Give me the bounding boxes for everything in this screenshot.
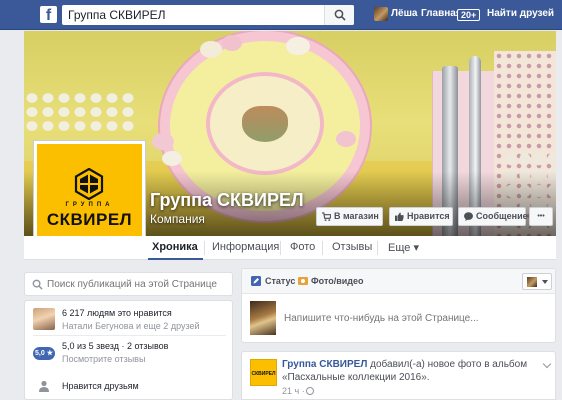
post-action-text: добавил(-а) новое фото в альбом: [367, 359, 528, 370]
globe-icon: [306, 387, 314, 395]
pencil-icon: [251, 276, 261, 286]
post-timestamp[interactable]: 21 ч ·: [282, 386, 305, 396]
tab-photos[interactable]: Фото: [290, 241, 315, 253]
shop-button-label: В магазин: [334, 211, 379, 221]
egg: [286, 37, 310, 55]
logo-small-text: ГРУППА: [65, 202, 114, 208]
logo-big-text: СКВИРЕЛ: [46, 210, 133, 229]
about-card: 6 217 людям это нравится Натали Бегунова…: [24, 300, 233, 400]
search-input[interactable]: [62, 5, 324, 25]
tab-divider: [377, 241, 378, 255]
message-button[interactable]: Сообщение: [458, 207, 528, 226]
page-posts-search[interactable]: [24, 272, 233, 296]
tab-more[interactable]: Еще ▾: [388, 241, 419, 254]
person-icon: [39, 380, 49, 392]
egg: [336, 131, 356, 147]
status-tab[interactable]: Статус: [265, 276, 295, 286]
thumbs-up-icon: [395, 212, 404, 221]
home-notification-badge: 20+: [457, 9, 481, 21]
page-tabs: Хроника Информация Фото Отзывы Еще ▾: [24, 236, 556, 260]
tab-divider: [322, 241, 323, 255]
tab-reviews[interactable]: Отзывы: [332, 241, 372, 253]
post-as-selector[interactable]: [522, 273, 552, 290]
user-avatar[interactable]: [374, 7, 388, 21]
search-icon: [32, 279, 43, 290]
post-composer: Статус Фото/видео: [241, 268, 556, 343]
egg: [152, 133, 174, 150]
feed-post: СКВИРЕЛ Группа СКВИРЕЛ добавил(-а) новое…: [241, 351, 556, 400]
hexagon-logo-icon: [74, 168, 104, 200]
chat-bubble-icon: [464, 212, 473, 221]
brand-logo: ГРУППА СКВИРЕЛ: [37, 144, 142, 247]
search-button[interactable]: [324, 5, 354, 25]
chevron-down-icon: [542, 280, 548, 284]
page-posts-search-input[interactable]: [47, 277, 227, 292]
friend-avatar[interactable]: [33, 308, 55, 330]
find-friends-link[interactable]: Найти друзей: [487, 8, 554, 19]
facebook-logo[interactable]: f: [40, 6, 57, 23]
user-name-link[interactable]: Лёша: [391, 8, 417, 19]
tab-info[interactable]: Информация: [212, 241, 279, 253]
post-header: Группа СКВИРЕЛ добавил(-а) новое фото в …: [282, 359, 527, 370]
egg: [162, 151, 182, 166]
post-options-chevron-icon[interactable]: [542, 359, 552, 369]
tab-divider: [280, 241, 281, 255]
like-button-label: Нравится: [407, 211, 450, 221]
post-album-link[interactable]: «Пасхальные коллекции 2016».: [282, 372, 430, 383]
composer-tabs: Статус Фото/видео: [242, 269, 555, 294]
rating-summary: 5,0 из 5 звезд · 2 отзывов: [62, 341, 169, 351]
friends-who-like[interactable]: Натали Бегунова и еще 2 друзей: [62, 321, 200, 331]
friends-like-section[interactable]: Нравится друзьям: [62, 381, 139, 391]
post-author-link[interactable]: Группа СКВИРЕЛ: [282, 359, 367, 370]
willow-branch: [24, 91, 134, 131]
see-reviews-link[interactable]: Посмотрите отзывы: [62, 354, 145, 364]
search-icon: [334, 9, 346, 21]
top-bar: f Лёша Главная 20+ Найти друзей: [0, 0, 562, 30]
message-button-label: Сообщение: [476, 211, 528, 221]
tab-timeline[interactable]: Хроника: [152, 241, 198, 253]
plate-motif: [242, 106, 288, 142]
photo-video-tab[interactable]: Фото/видео: [311, 276, 364, 286]
egg: [200, 41, 222, 58]
tab-divider: [204, 241, 205, 255]
divider: [33, 335, 226, 336]
post-author-avatar[interactable]: СКВИРЕЛ: [250, 359, 277, 386]
post-logo-text: СКВИРЕЛ: [251, 371, 276, 377]
composer-input[interactable]: [284, 311, 546, 326]
profile-picture[interactable]: ГРУППА СКВИРЕЛ: [33, 140, 146, 251]
photo-icon: [298, 277, 308, 285]
egg: [222, 35, 242, 51]
more-options-button[interactable]: •••: [529, 207, 553, 226]
rating-badge: 5,0 ★: [33, 347, 55, 360]
page-category[interactable]: Компания: [150, 212, 205, 226]
composer-avatar: [250, 301, 276, 335]
cart-icon: [322, 212, 331, 221]
shop-button[interactable]: В магазин: [316, 207, 383, 226]
page-likes-count[interactable]: 6 217 людям это нравится: [62, 308, 172, 318]
home-link[interactable]: Главная: [421, 8, 462, 19]
actor-avatar: [527, 277, 537, 287]
search-box[interactable]: [62, 5, 354, 25]
active-tab-indicator: [148, 258, 203, 260]
like-page-button[interactable]: Нравится: [389, 207, 453, 226]
page-title[interactable]: Группа СКВИРЕЛ: [150, 190, 304, 211]
